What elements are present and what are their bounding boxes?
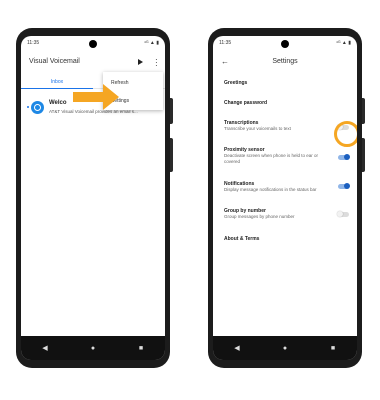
back-nav-icon[interactable]: ◀ — [40, 344, 50, 352]
volume-button — [362, 138, 365, 172]
status-time: 11:35 — [219, 40, 232, 46]
unread-dot — [27, 106, 29, 108]
power-button — [170, 98, 173, 124]
recents-nav-icon[interactable]: ■ — [328, 345, 338, 352]
setting-transcriptions-desc: Transcribe your voicemails to text — [224, 126, 291, 131]
voicemail-title[interactable]: Welco — [49, 100, 67, 106]
right-phone: 11:35 ⁴ᴳ ▲ ▮ ← Settings Greetings Change… — [208, 28, 365, 368]
status-time: 11:35 — [27, 40, 40, 46]
setting-change-password[interactable]: Change password — [224, 100, 267, 106]
left-screen: 11:35 ⁴ᴳ ▲ ▮ Visual Voicemail · · · Inbox … — [21, 36, 165, 360]
voicemail-avatar-icon — [31, 101, 44, 114]
nav-bar: ◀ ● ■ — [213, 336, 357, 360]
left-phone: 11:35 ⁴ᴳ ▲ ▮ Visual Voicemail · · · Inbox … — [16, 28, 173, 368]
page-title: Settings — [272, 58, 298, 65]
setting-greetings[interactable]: Greetings — [224, 80, 247, 86]
recents-nav-icon[interactable]: ■ — [136, 345, 146, 352]
app-title: Visual Voicemail — [29, 58, 80, 65]
more-options-icon[interactable]: · · · — [155, 56, 158, 70]
right-screen: 11:35 ⁴ᴳ ▲ ▮ ← Settings Greetings Change… — [213, 36, 357, 360]
status-bar: 11:35 ⁴ᴳ ▲ ▮ — [219, 39, 351, 47]
status-icons: ⁴ᴳ ▲ ▮ — [143, 40, 159, 46]
highlight-circle — [334, 121, 357, 147]
group-by-number-toggle[interactable] — [337, 211, 349, 217]
home-nav-icon[interactable]: ● — [88, 345, 98, 352]
setting-notifications-desc: Display message notifications in the sta… — [224, 187, 317, 192]
power-button — [362, 98, 365, 124]
status-icons: ⁴ᴳ ▲ ▮ — [335, 40, 351, 46]
arrow-pointer-icon — [73, 84, 119, 110]
notifications-toggle[interactable] — [338, 183, 350, 189]
back-nav-icon[interactable]: ◀ — [232, 344, 242, 352]
status-bar: 11:35 ⁴ᴳ ▲ ▮ — [27, 39, 159, 47]
proximity-toggle[interactable] — [338, 154, 350, 160]
home-nav-icon[interactable]: ● — [280, 345, 290, 352]
play-icon[interactable] — [138, 59, 143, 65]
setting-group-desc: Group messages by phone number — [224, 214, 295, 219]
nav-bar: ◀ ● ■ — [21, 336, 165, 360]
volume-button — [170, 138, 173, 172]
setting-about-terms[interactable]: About & Terms — [224, 236, 259, 242]
setting-proximity-desc: Deactivate screen when phone is held to … — [224, 153, 319, 164]
